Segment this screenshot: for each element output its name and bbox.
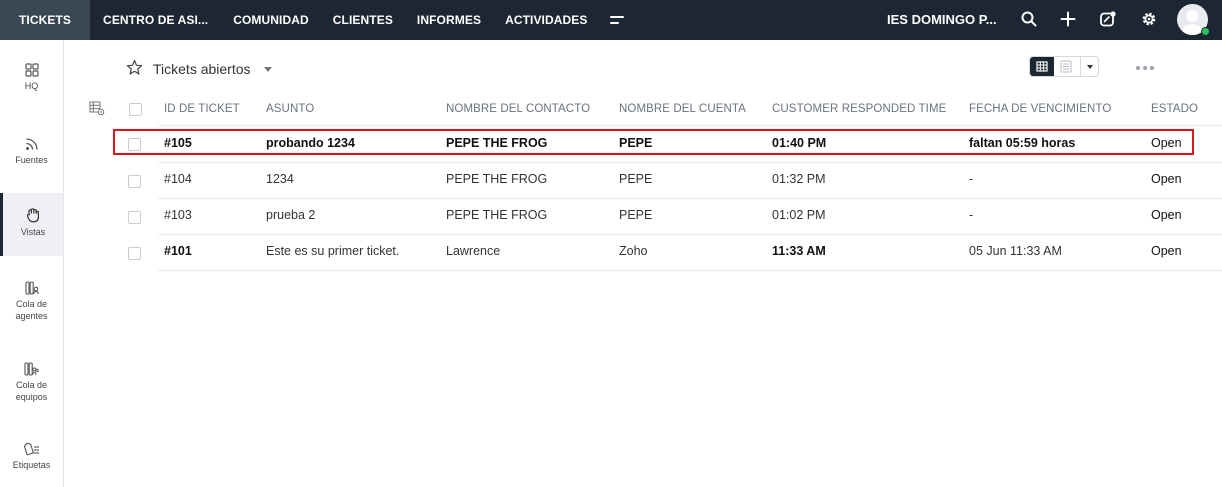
status-badge[interactable]: Open xyxy=(1151,172,1182,186)
divider xyxy=(158,198,1222,199)
table-grid-icon xyxy=(1036,61,1048,72)
view-dropdown-chevron-icon[interactable] xyxy=(264,67,272,72)
sidebar-item-hq[interactable]: HQ xyxy=(0,63,63,92)
account-name[interactable]: PEPE xyxy=(619,172,652,186)
responded-time: 01:32 PM xyxy=(772,172,826,186)
sidebar-item-label: Vistas xyxy=(20,227,46,237)
ticket-subject[interactable]: Este es su primer ticket. xyxy=(266,244,399,258)
compose-icon[interactable] xyxy=(1099,10,1117,28)
divider xyxy=(158,162,1222,163)
tab-informes[interactable]: INFORMES xyxy=(405,0,493,40)
grid-icon xyxy=(24,63,39,77)
contact-name[interactable]: PEPE THE FROG xyxy=(446,172,547,186)
column-header-asunto[interactable]: ASUNTO xyxy=(266,103,314,115)
divider xyxy=(158,125,1222,126)
rss-icon xyxy=(25,138,38,150)
ticket-id[interactable]: #104 xyxy=(164,172,192,186)
responded-time: 01:40 PM xyxy=(772,136,827,150)
due-date: - xyxy=(969,172,974,186)
card-view-icon[interactable] xyxy=(1058,59,1074,74)
search-icon[interactable] xyxy=(1020,10,1038,28)
account-name[interactable]: Zoho xyxy=(619,244,648,258)
tab-actividades[interactable]: ACTIVIDADES xyxy=(493,0,599,40)
due-date: faltan 05:59 horas xyxy=(969,136,1076,150)
tab-comunidad[interactable]: COMUNIDAD xyxy=(221,0,321,40)
ticket-subject[interactable]: 1234 xyxy=(266,172,294,186)
status-badge[interactable]: Open xyxy=(1151,244,1182,258)
favorite-star-icon[interactable] xyxy=(126,59,143,76)
more-options-icon[interactable] xyxy=(1136,66,1154,70)
left-sidebar: HQ Fuentes Vistas Cola de agentes Cola d… xyxy=(0,40,64,487)
ticket-id[interactable]: #105 xyxy=(164,136,192,150)
row-checkbox[interactable] xyxy=(128,138,141,151)
column-header-responded-time[interactable]: CUSTOMER RESPONDED TIME xyxy=(772,103,946,115)
column-header-cuenta[interactable]: NOMBRE DEL CUENTA xyxy=(619,103,746,115)
row-checkbox[interactable] xyxy=(128,175,141,188)
column-header-estado[interactable]: ESTADO xyxy=(1151,103,1198,115)
sidebar-item-cola-de-equipos[interactable]: Cola de equipos xyxy=(0,362,63,403)
more-tabs-menu-icon[interactable] xyxy=(609,15,624,25)
column-header-id[interactable]: ID DE TICKET xyxy=(164,103,240,115)
gear-icon[interactable] xyxy=(1140,10,1158,28)
table-view-button[interactable] xyxy=(1030,57,1054,76)
tab-clientes[interactable]: CLIENTES xyxy=(321,0,405,40)
sidebar-item-vistas[interactable]: Vistas xyxy=(0,193,63,256)
team-queue-icon xyxy=(24,362,39,376)
department-selector[interactable]: IES DOMINGO P... xyxy=(887,12,997,27)
sidebar-item-label: Cola de equipos xyxy=(15,380,48,402)
ticket-id[interactable]: #101 xyxy=(164,244,192,258)
hand-icon xyxy=(26,208,39,223)
account-name[interactable]: PEPE xyxy=(619,208,652,222)
online-status-indicator xyxy=(1201,27,1210,36)
ticket-subject[interactable]: prueba 2 xyxy=(266,208,315,222)
contact-name[interactable]: Lawrence xyxy=(446,244,500,258)
top-navigation-bar: TICKETS CENTRO DE ASI... COMUNIDAD CLIEN… xyxy=(0,0,1222,40)
divider xyxy=(158,234,1222,235)
contact-name[interactable]: PEPE THE FROG xyxy=(446,208,547,222)
table-settings-icon[interactable] xyxy=(89,101,105,116)
contact-name[interactable]: PEPE THE FROG xyxy=(446,136,547,150)
due-date: 05 Jun 11:33 AM xyxy=(969,244,1062,258)
column-header-vencimiento[interactable]: FECHA DE VENCIMIENTO xyxy=(969,103,1111,115)
tag-icon xyxy=(23,442,39,456)
sidebar-item-label: HQ xyxy=(24,81,39,91)
status-badge[interactable]: Open xyxy=(1151,136,1182,150)
tab-centro-de-asistencia[interactable]: CENTRO DE ASI... xyxy=(91,0,220,40)
sidebar-item-cola-de-agentes[interactable]: Cola de agentes xyxy=(0,281,63,322)
view-title[interactable]: Tickets abiertos xyxy=(153,61,251,77)
agent-queue-icon xyxy=(24,281,39,295)
tab-tickets[interactable]: TICKETS xyxy=(0,0,91,40)
layout-dropdown-chevron-icon[interactable] xyxy=(1087,65,1093,69)
account-name[interactable]: PEPE xyxy=(619,136,652,150)
responded-time: 11:33 AM xyxy=(772,244,826,258)
row-checkbox[interactable] xyxy=(128,247,141,260)
plus-icon[interactable] xyxy=(1059,10,1077,28)
responded-time: 01:02 PM xyxy=(772,208,826,222)
sidebar-item-label: Fuentes xyxy=(15,155,48,165)
sidebar-item-label: Etiquetas xyxy=(12,460,51,470)
column-header-contacto[interactable]: NOMBRE DEL CONTACTO xyxy=(446,103,590,115)
ticket-id[interactable]: #103 xyxy=(164,208,192,222)
ticket-subject[interactable]: probando 1234 xyxy=(266,136,355,150)
sidebar-item-label: Cola de agentes xyxy=(15,299,48,321)
sidebar-item-fuentes[interactable]: Fuentes xyxy=(0,137,63,166)
row-checkbox[interactable] xyxy=(128,211,141,224)
due-date: - xyxy=(969,208,974,222)
status-badge[interactable]: Open xyxy=(1151,208,1182,222)
select-all-checkbox[interactable] xyxy=(129,103,142,116)
divider xyxy=(158,270,1222,271)
layout-toggle xyxy=(1029,56,1099,77)
sidebar-item-etiquetas[interactable]: Etiquetas xyxy=(0,442,63,471)
